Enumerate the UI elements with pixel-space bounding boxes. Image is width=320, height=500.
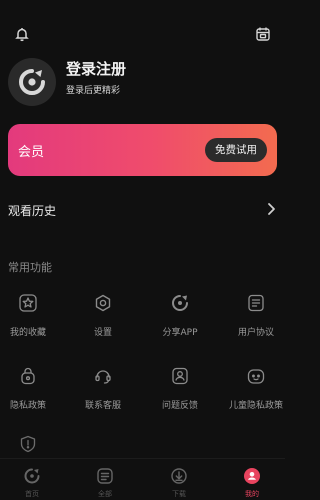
function-label: 隐私政策 — [9, 401, 46, 411]
profile-section[interactable]: 登录注册 登录后更精彩 — [8, 56, 278, 106]
feedback-icon — [170, 366, 190, 386]
function-label: 用户协议 — [237, 328, 274, 338]
tabbar-divider — [0, 458, 285, 459]
function-item-feedback[interactable]: 问题反馈 — [148, 366, 212, 416]
bottom-tab-bar: 首页 全部 下载 我的 — [0, 462, 285, 500]
tab-all[interactable]: 全部 — [85, 462, 125, 500]
watch-history-row[interactable]: 观看历史 — [8, 196, 278, 224]
share-icon — [170, 293, 190, 313]
vip-label: 会员 — [18, 145, 45, 160]
profile-icon — [242, 466, 262, 486]
tab-profile[interactable]: 我的 — [232, 462, 272, 500]
tab-label: 全部 — [98, 490, 112, 498]
free-trial-button[interactable]: 免费试用 — [205, 138, 267, 162]
tab-label: 首页 — [25, 490, 39, 498]
all-icon — [95, 466, 115, 486]
child-privacy-icon — [246, 366, 266, 386]
function-item-share-app[interactable]: 分享APP — [148, 293, 212, 343]
function-label: 儿童隐私政策 — [228, 401, 283, 411]
function-label: 我的收藏 — [9, 328, 46, 338]
function-label: 设置 — [93, 328, 112, 338]
gear-icon — [93, 293, 113, 313]
function-label: 问题反馈 — [161, 401, 198, 411]
login-title[interactable]: 登录注册 — [66, 58, 126, 79]
function-label: 分享APP — [162, 328, 198, 338]
home-icon — [22, 466, 42, 486]
function-label: 联系客服 — [84, 401, 121, 411]
function-item-favorites[interactable]: 我的收藏 — [0, 293, 60, 343]
tab-label: 我的 — [245, 490, 259, 498]
bell-icon[interactable] — [12, 24, 32, 44]
section-title-common-functions: 常用功能 — [8, 261, 52, 274]
customer-service-icon — [93, 366, 113, 386]
tab-home[interactable]: 首页 — [12, 462, 52, 500]
download-icon — [169, 466, 189, 486]
watch-history-label: 观看历史 — [8, 204, 57, 218]
function-item-user-agreement[interactable]: 用户协议 — [224, 293, 288, 343]
privacy-icon — [18, 366, 38, 386]
tab-download[interactable]: 下载 — [159, 462, 199, 500]
document-icon — [246, 293, 266, 313]
shield-alert-icon — [18, 434, 38, 454]
star-icon — [18, 293, 38, 313]
function-item-customer-service[interactable]: 联系客服 — [71, 366, 135, 416]
login-subtitle: 登录后更精彩 — [66, 86, 121, 96]
vip-banner[interactable]: 会员 免费试用 — [8, 124, 277, 176]
calendar-icon[interactable] — [253, 24, 273, 44]
chevron-right-icon — [264, 200, 278, 218]
avatar-placeholder-icon[interactable] — [8, 58, 56, 106]
tab-label: 下载 — [172, 490, 186, 498]
top-bar — [0, 24, 285, 46]
function-item-privacy-policy[interactable]: 隐私政策 — [0, 366, 60, 416]
function-item-settings[interactable]: 设置 — [71, 293, 135, 343]
function-item-child-privacy-policy[interactable]: 儿童隐私政策 — [224, 366, 288, 416]
